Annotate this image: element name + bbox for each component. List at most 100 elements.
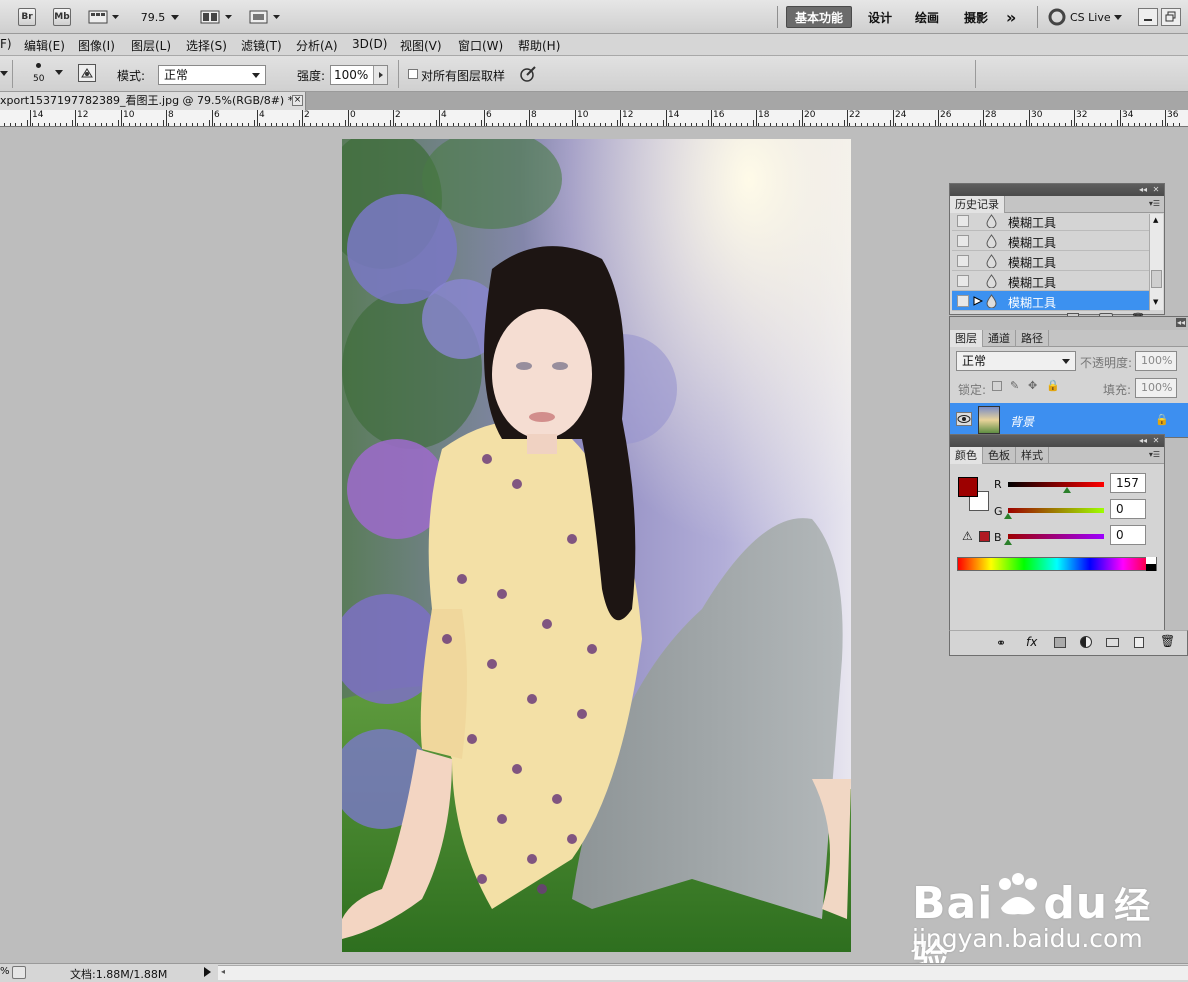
g-slider[interactable] (1008, 508, 1104, 513)
gamut-warning-icon[interactable]: ⚠ (962, 529, 973, 543)
close-icon[interactable]: ✕ (1151, 185, 1161, 194)
menu-edit[interactable]: 编辑(E) (24, 37, 65, 54)
blend-mode-select[interactable]: 正常 (956, 351, 1076, 371)
workspace-design[interactable]: 设计 (860, 6, 900, 28)
zoom-level-dropdown[interactable]: 79.5 (140, 8, 180, 26)
arrange-documents-button[interactable] (200, 8, 236, 26)
history-scrollbar[interactable]: ▲ ▼ (1149, 214, 1163, 310)
mode-select[interactable]: 正常 (158, 65, 266, 85)
strength-slider-button[interactable] (373, 66, 387, 84)
menu-window[interactable]: 窗口(W) (458, 37, 503, 54)
fill-input[interactable]: 100% (1135, 378, 1177, 398)
menu-help[interactable]: 帮助(H) (518, 37, 560, 54)
history-item[interactable]: 模糊工具 (952, 251, 1150, 271)
history-item-selected[interactable]: 模糊工具 (952, 291, 1150, 311)
workspace-essentials[interactable]: 基本功能 (786, 6, 853, 28)
history-item[interactable]: 模糊工具 (952, 214, 1150, 231)
b-slider[interactable] (1008, 534, 1104, 539)
menu-analysis[interactable]: 分析(A) (296, 37, 338, 54)
scrollbar-thumb[interactable] (1151, 270, 1162, 288)
menu-3d[interactable]: 3D(D) (352, 37, 387, 51)
menu-image[interactable]: 图像(I) (78, 37, 115, 54)
view-extras-button[interactable] (88, 8, 122, 26)
sample-all-layers-checkbox[interactable] (408, 69, 418, 79)
menu-file[interactable]: F) (0, 37, 12, 51)
close-tab-button[interactable]: × (292, 95, 303, 106)
tab-history[interactable]: 历史记录 (950, 196, 1005, 213)
black-swatch[interactable] (1146, 564, 1156, 571)
history-snapshot-checkbox[interactable] (957, 235, 969, 247)
status-info-icon[interactable] (12, 966, 26, 979)
menu-view[interactable]: 视图(V) (400, 37, 442, 54)
r-slider[interactable] (1008, 482, 1104, 487)
b-slider-thumb[interactable] (1004, 539, 1012, 545)
pressure-button[interactable] (518, 64, 538, 84)
tab-channels[interactable]: 通道 (983, 330, 1016, 347)
history-item[interactable]: 模糊工具 (952, 231, 1150, 251)
opacity-input[interactable]: 100% (1135, 351, 1177, 371)
brush-preset-picker[interactable]: 50 (26, 60, 66, 88)
cs-live-button[interactable]: CS Live (1048, 8, 1128, 26)
tab-styles[interactable]: 样式 (1016, 447, 1049, 464)
lock-all-icon[interactable]: 🔒 (1046, 379, 1060, 392)
r-slider-thumb[interactable] (1063, 487, 1072, 493)
more-workspaces-button[interactable]: » (998, 6, 1024, 28)
scroll-left-icon[interactable]: ◂ (221, 967, 225, 976)
tab-swatches[interactable]: 色板 (983, 447, 1016, 464)
horizontal-ruler[interactable]: 14 12 10 8 6 4 2 0 2 4 6 8 10 12 14 16 18 20 22 24 26 28 30 32 3… (0, 110, 1188, 127)
collapse-icon[interactable]: ◂◂ (1176, 318, 1186, 327)
layer-row[interactable]: 背景 🔒 (950, 403, 1188, 437)
eye-icon[interactable] (956, 412, 972, 426)
restore-button[interactable] (1161, 8, 1181, 26)
new-layer-icon[interactable] (1134, 637, 1144, 648)
b-input[interactable]: 0 (1110, 525, 1146, 545)
collapse-icon[interactable]: ◂◂ (1138, 436, 1148, 445)
lock-position-move-icon[interactable]: ✥ (1028, 379, 1037, 392)
g-slider-thumb[interactable] (1004, 513, 1012, 519)
mini-bridge-button[interactable]: Mb (53, 8, 71, 26)
scroll-up-icon[interactable]: ▲ (1153, 216, 1158, 224)
layer-mask-icon[interactable] (1054, 637, 1066, 648)
group-folder-icon[interactable] (1106, 638, 1119, 647)
document-tab[interactable]: xport1537197782389_看图王.jpg @ 79.5%(RGB/8… (0, 92, 306, 110)
color-spectrum-bar[interactable] (957, 557, 1157, 571)
scroll-down-icon[interactable]: ▼ (1153, 298, 1158, 306)
lock-pixels-brush-icon[interactable]: ✎ (1010, 379, 1019, 392)
close-icon[interactable]: ✕ (1151, 436, 1161, 445)
brush-panel-toggle-button[interactable] (78, 64, 96, 82)
panel-menu-icon[interactable]: ▾☰ (1149, 450, 1160, 459)
g-input[interactable]: 0 (1110, 499, 1146, 519)
panel-menu-icon[interactable]: ▾☰ (1149, 199, 1160, 208)
menu-select[interactable]: 选择(S) (186, 37, 227, 54)
layer-name[interactable]: 背景 (1010, 413, 1034, 430)
menu-filter[interactable]: 滤镜(T) (241, 37, 282, 54)
document-canvas[interactable] (342, 139, 851, 952)
white-swatch[interactable] (1146, 557, 1156, 564)
bridge-button[interactable]: Br (18, 8, 36, 26)
collapse-icon[interactable]: ◂◂ (1138, 185, 1148, 194)
lock-transparency-icon[interactable] (992, 381, 1002, 391)
screen-mode-button[interactable] (248, 8, 284, 26)
history-snapshot-checkbox[interactable] (957, 255, 969, 267)
tool-preset-chevron-icon[interactable] (0, 71, 8, 76)
fx-icon[interactable]: fx (1026, 635, 1037, 649)
history-snapshot-checkbox[interactable] (957, 295, 969, 307)
menu-layer[interactable]: 图层(L) (131, 37, 171, 54)
tab-layers[interactable]: 图层 (950, 330, 983, 347)
history-snapshot-checkbox[interactable] (957, 275, 969, 287)
document-info[interactable]: 文档:1.88M/1.88M (70, 966, 167, 982)
foreground-color-swatch[interactable] (958, 477, 978, 497)
workspace-photography[interactable]: 摄影 (956, 6, 996, 28)
minimize-button[interactable] (1138, 8, 1158, 26)
r-input[interactable]: 157 (1110, 473, 1146, 493)
tab-color[interactable]: 颜色 (950, 447, 983, 464)
status-menu-arrow-icon[interactable] (204, 967, 211, 977)
workspace-painting[interactable]: 绘画 (907, 6, 947, 28)
link-layers-icon[interactable]: ⚭ (996, 636, 1006, 650)
delete-layer-trash-icon[interactable]: 🗑 (1160, 634, 1175, 648)
strength-input[interactable]: 100% (330, 65, 388, 85)
gamut-color-swatch[interactable] (979, 531, 990, 542)
tab-paths[interactable]: 路径 (1016, 330, 1049, 347)
history-item[interactable]: 模糊工具 (952, 271, 1150, 291)
horizontal-scrollbar[interactable]: ◂ (218, 965, 1188, 980)
